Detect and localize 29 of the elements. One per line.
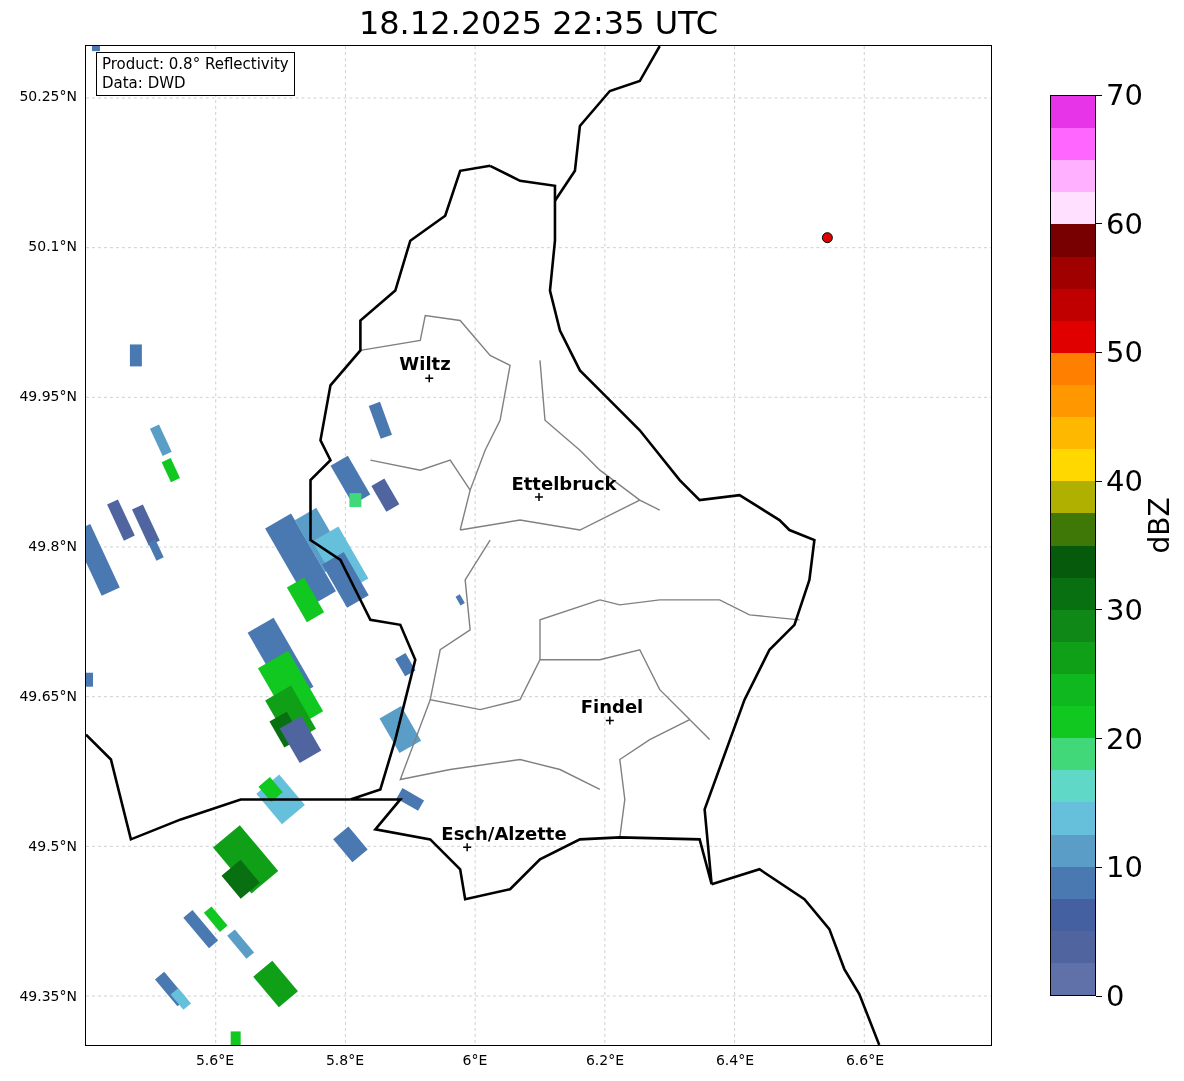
city-label: Findel xyxy=(580,695,644,717)
colorbar-tick-label: 50 xyxy=(1106,335,1143,370)
latitude-tick-label: 50.1°N xyxy=(28,238,77,254)
colorbar-tick-label: 70 xyxy=(1106,78,1143,112)
latitude-tick-label: 49.5°N xyxy=(28,838,77,854)
colorbar-tick-label: 40 xyxy=(1106,464,1143,499)
longitude-tick-label: 6.2°E xyxy=(585,1052,625,1068)
latitude-tick-label: 49.65°N xyxy=(19,688,77,704)
longitude-tick-label: 6.4°E xyxy=(715,1052,755,1068)
longitude-tick-label: 6°E xyxy=(462,1052,488,1068)
latitude-tick-label: 50.25°N xyxy=(19,88,77,104)
info-text: Product: 0.8° Reflectivity xyxy=(102,55,289,74)
city-label: Ettelbruck xyxy=(511,472,617,494)
latitude-tick-label: 49.95°N xyxy=(19,388,77,404)
latitude-tick-label: 49.8°N xyxy=(28,538,77,554)
colorbar-tick-label: 60 xyxy=(1106,206,1143,241)
colorbar-label: dBZ xyxy=(1142,497,1176,554)
colorbar-tick-label: 30 xyxy=(1106,592,1143,627)
city-label: Esch/Alzette xyxy=(441,822,567,844)
latitude-tick-label: 49.35°N xyxy=(19,988,77,1004)
colorbar-tick-label: 10 xyxy=(1106,850,1143,885)
longitude-tick-label: 5.8°E xyxy=(325,1052,365,1068)
colorbar-tick-label: 20 xyxy=(1106,721,1143,756)
city-label: Wiltz xyxy=(399,352,451,374)
info-text: Data: DWD xyxy=(102,74,187,93)
longitude-tick-label: 5.6°E xyxy=(195,1052,235,1068)
colorbar-tick-label: 0 xyxy=(1106,979,1125,1013)
chart-title: 18.12.2025 22:35 UTC xyxy=(358,3,719,42)
longitude-tick-label: 6.6°E xyxy=(845,1052,885,1068)
